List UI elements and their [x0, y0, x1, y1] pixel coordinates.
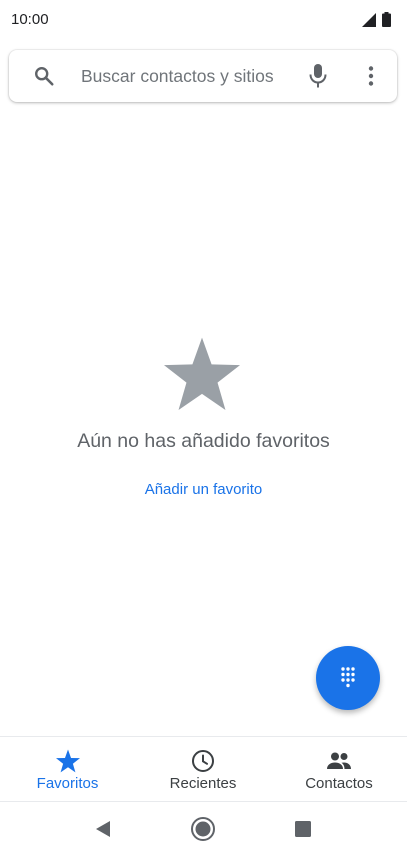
clock-icon	[192, 750, 214, 772]
tab-favoritos[interactable]: Favoritos	[0, 737, 135, 801]
status-icons	[362, 12, 391, 27]
home-icon[interactable]	[190, 816, 216, 842]
status-bar: 10:00	[0, 0, 407, 40]
search-input[interactable]	[81, 64, 291, 88]
add-favorite-button[interactable]: Añadir un favorito	[0, 481, 407, 498]
dialpad-fab[interactable]	[316, 646, 380, 710]
more-vert-icon[interactable]	[359, 64, 383, 88]
tab-label: Contactos	[305, 775, 373, 792]
system-navigation-bar	[0, 802, 407, 856]
tab-label: Favoritos	[36, 775, 99, 792]
empty-state-message: Aún no has añadido favoritos	[77, 430, 330, 452]
search-bar[interactable]	[9, 50, 397, 102]
mic-icon[interactable]	[306, 63, 330, 89]
tab-recientes[interactable]: Recientes	[135, 737, 271, 801]
star-icon	[164, 337, 240, 411]
bottom-navigation: Favoritos Recientes Contactos	[0, 736, 407, 802]
tab-label: Recientes	[169, 775, 237, 792]
battery-icon	[382, 12, 391, 27]
back-icon[interactable]	[90, 816, 116, 842]
recents-icon[interactable]	[290, 816, 316, 842]
star-icon	[55, 749, 80, 773]
signal-icon	[362, 12, 376, 27]
status-time: 10:00	[11, 11, 49, 28]
people-icon	[327, 752, 351, 769]
tab-contactos[interactable]: Contactos	[271, 737, 407, 801]
dialpad-icon	[341, 667, 355, 688]
search-icon[interactable]	[33, 65, 55, 87]
